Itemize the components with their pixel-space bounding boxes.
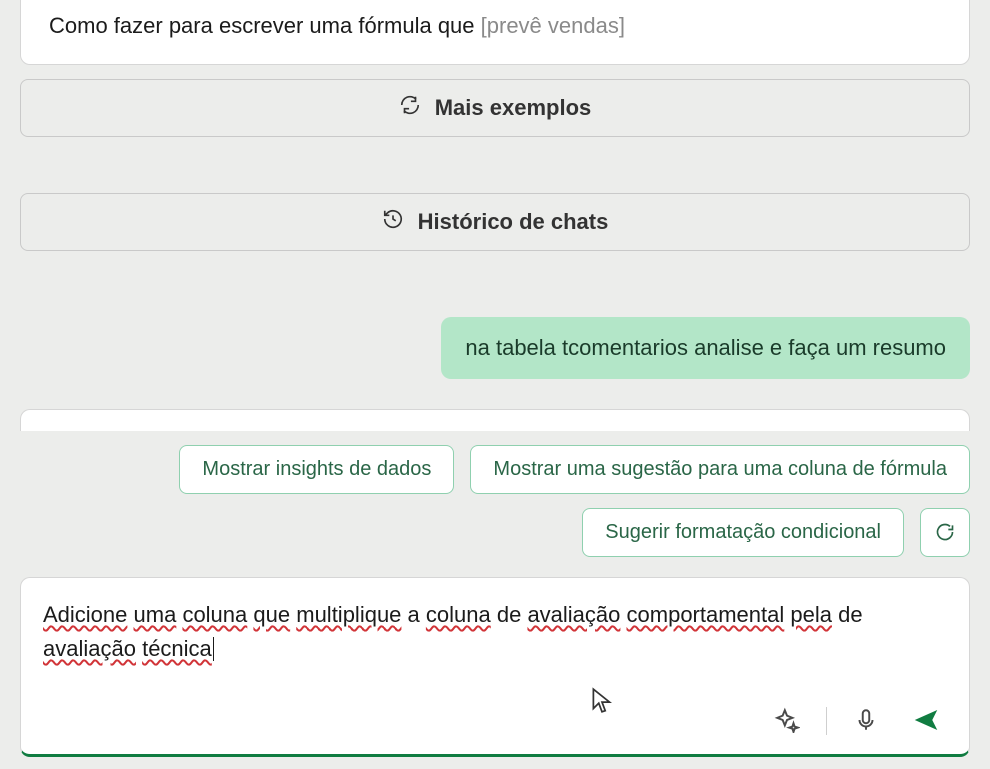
sparkle-icon bbox=[774, 707, 800, 736]
mic-button[interactable] bbox=[847, 701, 885, 742]
user-message-text: na tabela tcomentarios analise e faça um… bbox=[465, 335, 946, 360]
chip-formula-column-label: Mostrar uma sugestão para uma coluna de … bbox=[493, 458, 947, 481]
more-examples-button[interactable]: Mais exemplos bbox=[20, 79, 970, 137]
user-message-bubble: na tabela tcomentarios analise e faça um… bbox=[441, 317, 970, 379]
send-icon bbox=[911, 705, 941, 738]
history-icon bbox=[382, 208, 404, 236]
microphone-icon bbox=[853, 707, 879, 736]
chat-history-button[interactable]: Histórico de chats bbox=[20, 193, 970, 251]
more-examples-label: Mais exemplos bbox=[435, 95, 592, 121]
chip-show-insights[interactable]: Mostrar insights de dados bbox=[179, 445, 454, 494]
chip-formula-column[interactable]: Mostrar uma sugestão para uma coluna de … bbox=[470, 445, 970, 494]
text-caret bbox=[213, 637, 214, 661]
refresh-suggestions-button[interactable] bbox=[920, 508, 970, 557]
refresh-icon bbox=[399, 94, 421, 122]
chat-history-label: Histórico de chats bbox=[418, 209, 609, 235]
chip-show-insights-label: Mostrar insights de dados bbox=[202, 458, 431, 481]
input-toolbar bbox=[43, 693, 947, 744]
chat-input-text[interactable]: Adicione uma coluna que multiplique a co… bbox=[43, 598, 947, 683]
example-prompt-placeholder: [prevê vendas] bbox=[481, 13, 625, 38]
example-prompt-text: Como fazer para escrever uma fórmula que bbox=[49, 13, 481, 38]
assistant-response-area bbox=[20, 409, 970, 431]
refresh-icon bbox=[935, 522, 955, 542]
toolbar-divider bbox=[826, 707, 827, 735]
chip-conditional-formatting[interactable]: Sugerir formatação condicional bbox=[582, 508, 904, 557]
sparkle-button[interactable] bbox=[768, 701, 806, 742]
chip-conditional-formatting-label: Sugerir formatação condicional bbox=[605, 521, 881, 544]
example-prompt-card[interactable]: Como fazer para escrever uma fórmula que… bbox=[20, 0, 970, 65]
send-button[interactable] bbox=[905, 699, 947, 744]
chat-input-box[interactable]: Adicione uma coluna que multiplique a co… bbox=[20, 577, 970, 757]
